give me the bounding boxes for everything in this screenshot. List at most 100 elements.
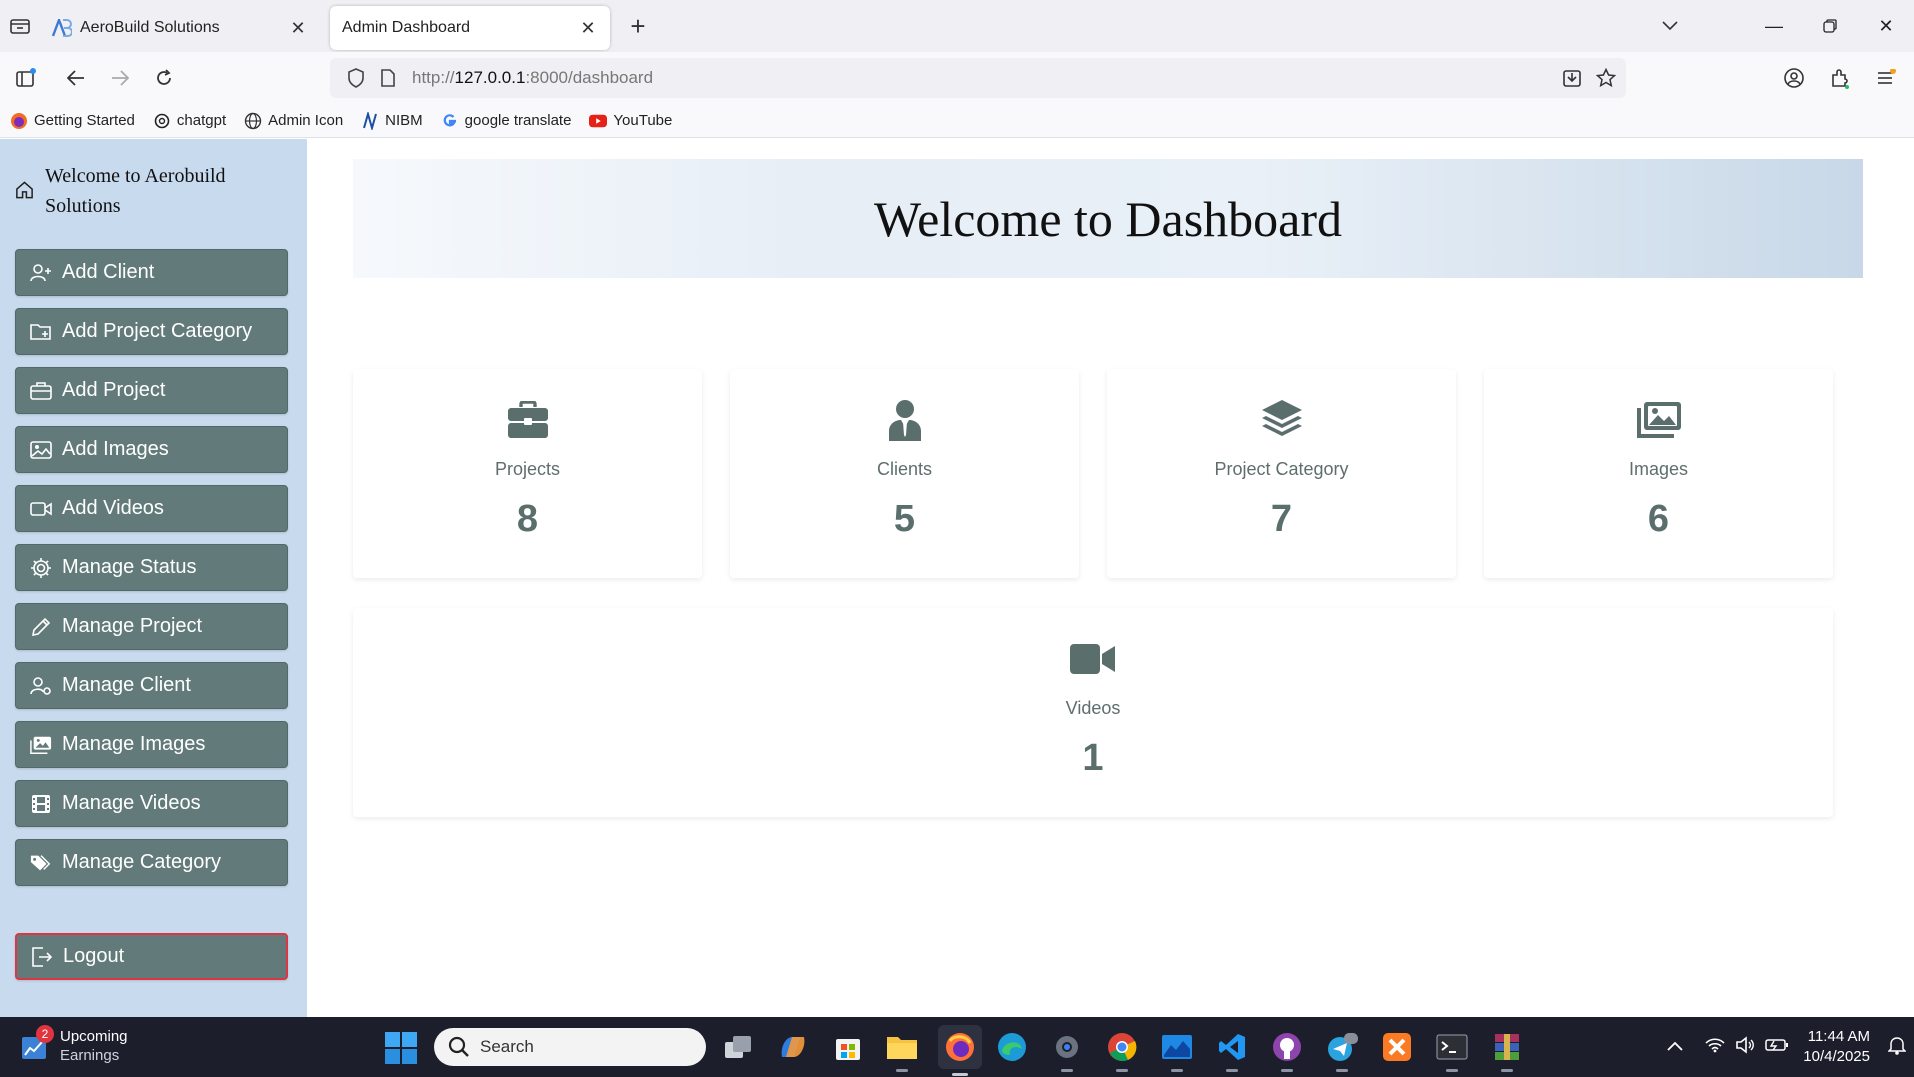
minimize-button[interactable]: — xyxy=(1746,0,1802,52)
add-project-button[interactable]: Add Project xyxy=(15,367,288,414)
page-icon[interactable] xyxy=(374,64,402,92)
search-icon xyxy=(448,1036,469,1057)
xampp-icon[interactable] xyxy=(1379,1029,1415,1065)
back-button[interactable] xyxy=(54,56,98,100)
copilot-icon[interactable] xyxy=(775,1029,811,1065)
stat-card-clients[interactable]: Clients 5 xyxy=(730,369,1079,578)
sidebar: Welcome to Aerobuild Solutions Add Clien… xyxy=(0,139,307,1017)
edge-icon[interactable] xyxy=(994,1029,1030,1065)
tab-aerobuild[interactable]: AeroBuild Solutions ✕ xyxy=(40,6,320,50)
account-button[interactable] xyxy=(1774,58,1814,98)
chevron-up-icon[interactable] xyxy=(1667,1038,1683,1056)
tab-list-button[interactable] xyxy=(0,0,40,52)
telegram-icon[interactable] xyxy=(1324,1029,1360,1072)
battery-icon[interactable] xyxy=(1765,1038,1789,1057)
taskbar-clock[interactable]: 11:44 AM 10/4/2025 xyxy=(1803,1027,1870,1067)
briefcase-icon xyxy=(507,397,549,443)
close-window-button[interactable]: ✕ xyxy=(1858,0,1914,52)
address-bar[interactable]: http://127.0.0.1:8000/dashboard xyxy=(330,58,1626,98)
tab-title: Admin Dashboard xyxy=(342,19,471,36)
github-icon[interactable] xyxy=(1269,1029,1305,1072)
close-tab-icon[interactable]: ✕ xyxy=(578,18,598,38)
bookmark-google-translate[interactable]: google translate xyxy=(441,112,571,130)
close-tab-icon[interactable]: ✕ xyxy=(288,18,308,38)
file-explorer-icon[interactable] xyxy=(884,1029,920,1072)
new-tab-button[interactable]: + xyxy=(616,4,660,48)
chevron-down-icon xyxy=(1662,21,1678,31)
manage-status-button[interactable]: Manage Status xyxy=(15,544,288,591)
list-all-tabs-button[interactable] xyxy=(1648,0,1692,52)
forward-button[interactable] xyxy=(98,56,142,100)
winrar-icon[interactable] xyxy=(1489,1029,1525,1072)
page-title: Welcome to Dashboard xyxy=(873,190,1343,247)
url-text[interactable]: http://127.0.0.1:8000/dashboard xyxy=(412,68,653,88)
youtube-icon xyxy=(589,112,608,130)
task-view-icon[interactable] xyxy=(720,1029,756,1065)
system-tray: 11:44 AM 10/4/2025 xyxy=(1667,1017,1914,1077)
tab-admin-dashboard[interactable]: Admin Dashboard ✕ xyxy=(330,6,610,50)
vscode-icon[interactable] xyxy=(1214,1029,1250,1072)
home-icon xyxy=(16,181,33,199)
stat-card-project-category[interactable]: Project Category 7 xyxy=(1107,369,1456,578)
add-client-button[interactable]: Add Client xyxy=(15,249,288,296)
reload-button[interactable] xyxy=(142,56,186,100)
tags-icon xyxy=(30,852,52,874)
globe-icon xyxy=(244,112,262,130)
manage-category-button[interactable]: Manage Category xyxy=(15,839,288,886)
nibm-icon xyxy=(361,111,379,130)
firefox-taskbar-icon[interactable] xyxy=(938,1025,982,1076)
bookmark-youtube[interactable]: YouTube xyxy=(589,112,672,130)
notification-bell-icon[interactable] xyxy=(1887,1035,1907,1060)
stat-label: Images xyxy=(1628,459,1689,479)
stat-label: Videos xyxy=(1065,698,1121,718)
manage-images-button[interactable]: Manage Images xyxy=(15,721,288,768)
main-content: Welcome to Dashboard Projects 8 Clients … xyxy=(307,139,1914,1017)
stat-card-videos[interactable]: Videos 1 xyxy=(353,608,1833,817)
taskbar: 2 Upcoming Earnings Search 11:44 AM 10/4… xyxy=(0,1017,1914,1077)
clock-time: 11:44 AM xyxy=(1807,1028,1870,1045)
add-videos-button[interactable]: Add Videos xyxy=(15,485,288,532)
add-images-button[interactable]: Add Images xyxy=(15,426,288,473)
add-project-category-button[interactable]: Add Project Category xyxy=(15,308,288,355)
wifi-icon[interactable] xyxy=(1705,1037,1725,1058)
logout-button[interactable]: Logout xyxy=(15,933,288,980)
extensions-button[interactable] xyxy=(1820,58,1860,98)
bookmark-nibm[interactable]: NIBM xyxy=(361,111,423,130)
start-button[interactable] xyxy=(384,1031,418,1065)
widget-subtitle: Earnings xyxy=(60,1047,120,1064)
arrow-left-icon xyxy=(67,70,84,86)
bookmark-star-icon[interactable] xyxy=(1592,64,1620,92)
menu-button[interactable] xyxy=(1866,58,1906,98)
volume-icon[interactable] xyxy=(1735,1035,1755,1059)
terminal-icon[interactable] xyxy=(1434,1029,1470,1072)
stat-card-images[interactable]: Images 6 xyxy=(1484,369,1833,578)
stat-card-projects[interactable]: Projects 8 xyxy=(353,369,702,578)
layers-icon xyxy=(1261,397,1303,443)
taskbar-search[interactable]: Search xyxy=(434,1028,706,1066)
manage-project-button[interactable]: Manage Project xyxy=(15,603,288,650)
sidebar-toggle-button[interactable] xyxy=(4,56,48,100)
puzzle-icon xyxy=(1832,69,1849,89)
bookmark-chatgpt[interactable]: chatgpt xyxy=(153,112,226,130)
shield-icon[interactable] xyxy=(342,64,370,92)
chrome-icon[interactable] xyxy=(1104,1029,1140,1072)
manage-videos-button[interactable]: Manage Videos xyxy=(15,780,288,827)
stock-app-icon[interactable] xyxy=(1159,1029,1195,1072)
restore-icon xyxy=(1823,19,1837,33)
user-plus-icon xyxy=(30,262,52,284)
sidebar-brand[interactable]: Welcome to Aerobuild Solutions xyxy=(14,161,294,221)
stat-value: 1 xyxy=(1082,737,1104,779)
bookmark-admin-icon[interactable]: Admin Icon xyxy=(244,112,343,130)
widgets-button[interactable]: 2 Upcoming Earnings xyxy=(20,1025,128,1065)
settings-icon[interactable] xyxy=(1049,1029,1085,1072)
tab-bar: AeroBuild Solutions ✕ Admin Dashboard ✕ … xyxy=(0,0,1914,52)
restore-button[interactable] xyxy=(1802,0,1858,52)
manage-client-button[interactable]: Manage Client xyxy=(15,662,288,709)
microsoft-store-icon[interactable] xyxy=(830,1029,866,1065)
logout-icon xyxy=(31,946,53,968)
bookmark-getting-started[interactable]: Getting Started xyxy=(10,112,135,130)
page-content: Welcome to Aerobuild Solutions Add Clien… xyxy=(0,139,1914,1017)
save-page-icon[interactable] xyxy=(1558,64,1586,92)
sidebar-icon xyxy=(16,68,36,87)
reload-icon xyxy=(157,69,171,85)
